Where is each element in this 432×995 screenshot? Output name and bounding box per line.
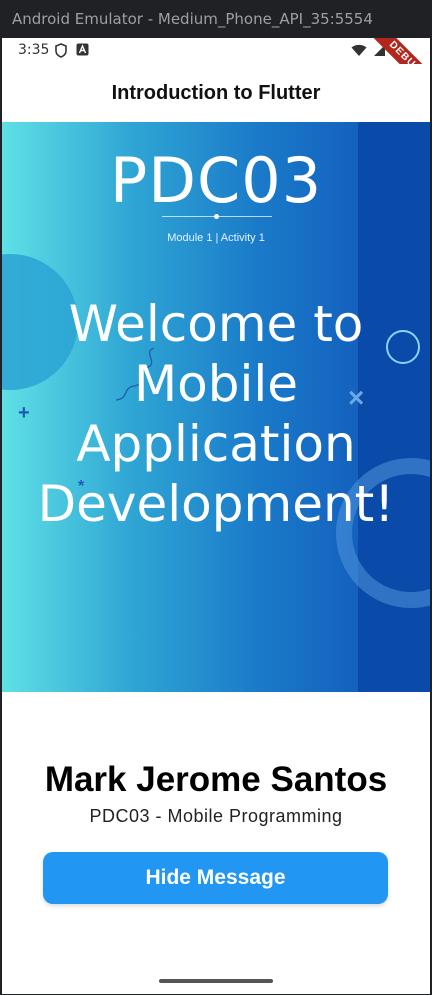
banner-heading: Welcome to Mobile Application Developmen… xyxy=(37,295,395,533)
banner-subtitle: Module 1 | Activity 1 xyxy=(167,232,265,244)
gesture-navigation-bar[interactable] xyxy=(159,979,273,983)
hide-message-button[interactable]: Hide Message xyxy=(43,852,388,904)
shield-icon xyxy=(54,43,68,61)
welcome-banner-image: + × * PDC03 Module 1 | Activity 1 Welcom… xyxy=(2,122,430,692)
logo-divider-dot xyxy=(214,214,219,219)
emulator-title-bar: Android Emulator - Medium_Phone_API_35:5… xyxy=(0,0,432,38)
phone-screen: 3:35 DEBUG Introduction to Flutter + × *… xyxy=(2,38,430,994)
status-time: 3:35 xyxy=(18,42,50,58)
app-bar-title: Introduction to Flutter xyxy=(111,81,321,104)
wifi-icon xyxy=(351,44,367,60)
status-icons-left xyxy=(54,43,89,61)
app-bar: Introduction to Flutter xyxy=(2,64,430,122)
status-bar: 3:35 DEBUG xyxy=(2,38,430,103)
plus-decoration-icon: + xyxy=(18,402,30,424)
profile-name: Mark Jerome Santos xyxy=(44,760,388,799)
profile-course: PDC03 - Mobile Programming xyxy=(89,806,343,826)
window-title: Android Emulator - Medium_Phone_API_35:5… xyxy=(12,10,373,28)
banner-logo: PDC03 xyxy=(109,144,323,217)
app-notification-icon xyxy=(76,43,89,61)
